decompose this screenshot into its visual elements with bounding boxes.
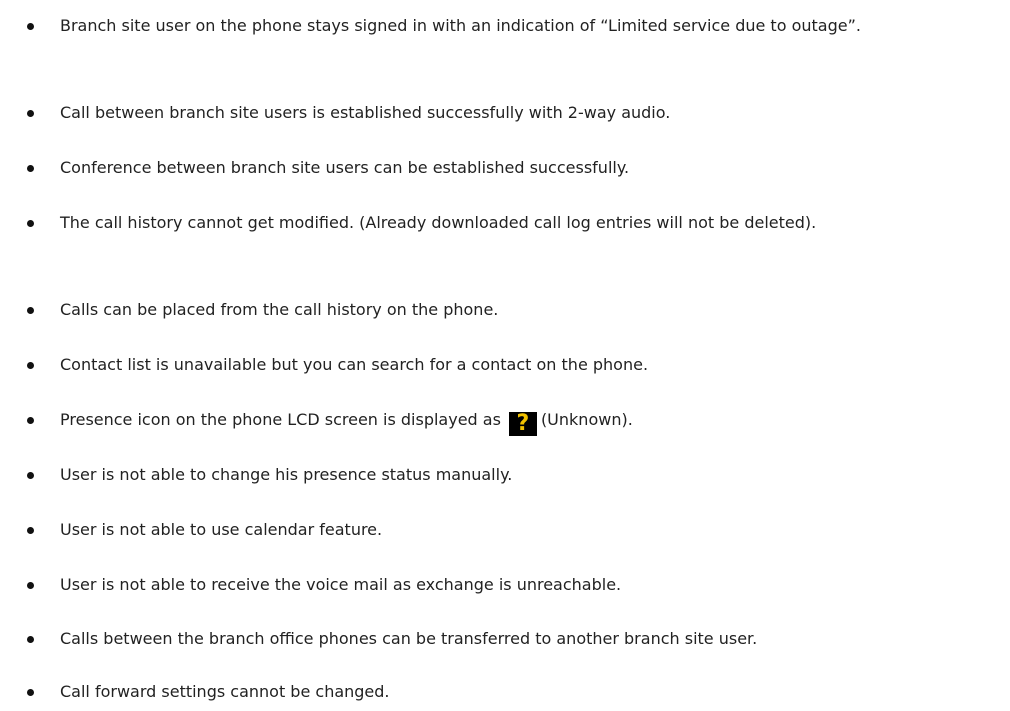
bullet-dot <box>27 582 34 589</box>
list-item: Call between branch site users is establ… <box>0 98 1010 128</box>
bullet-dot <box>27 110 34 117</box>
list-item-text: User is not able to use calendar feature… <box>60 520 383 539</box>
list-item: Branch site user on the phone stays sign… <box>0 11 1010 41</box>
list-item-text: Call between branch site users is establ… <box>60 103 671 122</box>
list-item: Calls can be placed from the call histor… <box>0 295 1010 325</box>
list-item: User is not able to use calendar feature… <box>0 515 1010 545</box>
list-item: Conference between branch site users can… <box>0 153 1010 183</box>
list-item-text: Conference between branch site users can… <box>60 158 630 177</box>
list-item-text: User is not able to change his presence … <box>60 465 513 484</box>
bullet-dot <box>27 220 34 227</box>
list-item-text-before: Presence icon on the phone LCD screen is… <box>60 410 501 429</box>
list-item-text: User is not able to receive the voice ma… <box>60 575 622 594</box>
bullet-dot <box>27 165 34 172</box>
list-item: Calls between the branch office phones c… <box>0 624 1010 654</box>
list-item-text: Call forward settings cannot be changed. <box>60 682 390 701</box>
list-item-text: Calls can be placed from the call histor… <box>60 300 499 319</box>
list-item-text: The call history cannot get modified. (A… <box>60 213 817 232</box>
bullet-dot <box>27 689 34 696</box>
bullet-dot <box>27 472 34 479</box>
list-item: The call history cannot get modified. (A… <box>0 208 1010 238</box>
bullet-dot <box>27 636 34 643</box>
presence-unknown-icon: ? <box>508 412 537 436</box>
list-item-text-after: (Unknown). <box>540 410 633 429</box>
list-item: Presence icon on the phone LCD screen is… <box>0 405 1010 436</box>
list-item-text: Calls between the branch office phones c… <box>60 629 758 648</box>
list-item: User is not able to receive the voice ma… <box>0 570 1010 600</box>
list-item-text: Contact list is unavailable but you can … <box>60 355 649 374</box>
bullet-dot <box>27 417 34 424</box>
list-item: Contact list is unavailable but you can … <box>0 350 1010 380</box>
bullet-dot <box>27 362 34 369</box>
bullet-dot <box>27 23 34 30</box>
bullet-dot <box>27 527 34 534</box>
list-item: Call forward settings cannot be changed. <box>0 677 1010 707</box>
list-item-text: Branch site user on the phone stays sign… <box>60 16 861 35</box>
bullet-dot <box>27 307 34 314</box>
list-item: User is not able to change his presence … <box>0 460 1010 490</box>
